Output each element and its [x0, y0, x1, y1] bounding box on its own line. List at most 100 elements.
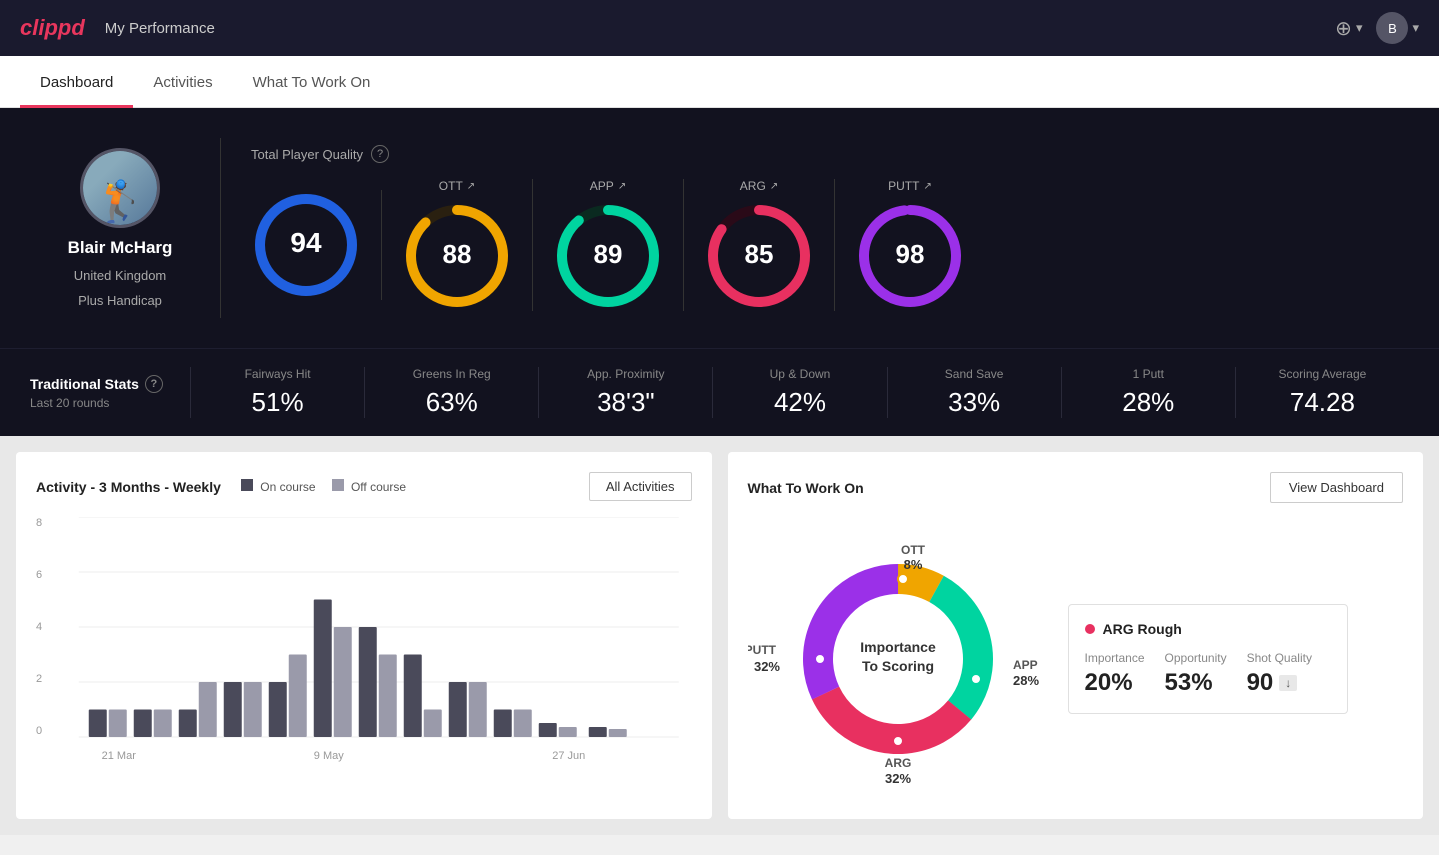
stats-banner: 🏌️ Blair McHarg United Kingdom Plus Hand… [0, 108, 1439, 348]
donut-svg: Importance To Scoring OTT 8% APP 28% ARG… [748, 519, 1048, 799]
card-title-text: ARG Rough [1103, 621, 1182, 637]
quality-help-icon[interactable]: ? [371, 145, 389, 163]
stat-scoring-value: 74.28 [1290, 387, 1355, 418]
wtwo-panel-title: What To Work On [748, 480, 864, 496]
card-metric-importance: Importance 20% [1085, 651, 1145, 697]
stat-sandsave-label: Sand Save [945, 367, 1004, 381]
y-label-6: 6 [36, 569, 42, 581]
card-metric-opportunity: Opportunity 53% [1165, 651, 1227, 697]
user-menu[interactable]: B ▾ [1376, 12, 1419, 44]
wtwo-card: ARG Rough Importance 20% Opportunity 53%… [1068, 604, 1348, 714]
avatar: B [1376, 12, 1408, 44]
svg-text:98: 98 [896, 239, 925, 269]
trad-stats-row: Fairways Hit 51% Greens In Reg 63% App. … [190, 367, 1409, 418]
y-label-8: 8 [36, 517, 42, 529]
shotquality-value: 90 [1247, 669, 1274, 697]
wtwo-content: Importance To Scoring OTT 8% APP 28% ARG… [748, 519, 1404, 799]
header: clippd My Performance ⊕ ▾ B ▾ [0, 0, 1439, 56]
y-label-4: 4 [36, 621, 42, 633]
wtwo-panel: What To Work On View Dashboard [728, 452, 1424, 819]
tab-activities[interactable]: Activities [133, 56, 232, 108]
legend-oncourse-dot [241, 479, 253, 491]
card-metrics: Importance 20% Opportunity 53% Shot Qual… [1085, 651, 1331, 697]
stat-updown-label: Up & Down [770, 367, 831, 381]
svg-text:32%: 32% [753, 659, 779, 674]
view-dashboard-button[interactable]: View Dashboard [1270, 472, 1403, 503]
trad-help-icon[interactable]: ? [145, 375, 163, 393]
svg-text:28%: 28% [1013, 673, 1039, 688]
svg-text:APP: APP [1013, 658, 1038, 672]
importance-value: 20% [1085, 669, 1133, 697]
legend-oncourse-label: On course [260, 480, 315, 494]
svg-text:94: 94 [290, 227, 322, 258]
divider [220, 138, 221, 318]
activity-chart-title: Activity - 3 Months - Weekly [36, 479, 221, 495]
legend-offcourse-dot [332, 479, 344, 491]
stat-proximity: App. Proximity 38'3" [538, 367, 712, 418]
app-gauge-svg: 89 [553, 201, 663, 311]
svg-text:21 Mar: 21 Mar [102, 750, 137, 762]
opportunity-label: Opportunity [1165, 651, 1227, 665]
svg-text:88: 88 [443, 239, 472, 269]
player-country: United Kingdom [74, 268, 167, 283]
tab-what-to-work-on[interactable]: What To Work On [233, 56, 391, 108]
add-icon[interactable]: ⊕ ▾ [1335, 16, 1362, 41]
player-name: Blair McHarg [68, 238, 173, 258]
stat-proximity-value: 38'3" [597, 387, 655, 418]
trad-sub: Last 20 rounds [30, 396, 190, 410]
svg-text:PUTT: PUTT [748, 643, 777, 657]
stat-greens-label: Greens In Reg [413, 367, 491, 381]
ott-gauge-svg: 88 [402, 201, 512, 311]
svg-text:OTT: OTT [901, 543, 926, 557]
chart-legend: On course Off course [241, 479, 406, 494]
legend-offcourse-label: Off course [351, 480, 406, 494]
svg-text:Importance: Importance [860, 639, 936, 655]
stat-sandsave-value: 33% [948, 387, 1000, 418]
tab-dashboard[interactable]: Dashboard [20, 56, 133, 108]
svg-text:8%: 8% [903, 557, 922, 572]
gauges-row: 94 OTT ↗ 88 APP ↗ [251, 179, 1389, 311]
shotquality-label: Shot Quality [1247, 651, 1312, 665]
stat-fairways-value: 51% [252, 387, 304, 418]
stat-greens: Greens In Reg 63% [364, 367, 538, 418]
main-gauge-svg: 94 [251, 190, 361, 300]
wtwo-panel-header: What To Work On View Dashboard [748, 472, 1404, 503]
player-handicap: Plus Handicap [78, 293, 162, 308]
player-info: 🏌️ Blair McHarg United Kingdom Plus Hand… [30, 148, 210, 308]
gauge-arg: ARG ↗ 85 [684, 179, 835, 311]
gauge-ott: OTT ↗ 88 [382, 179, 533, 311]
card-metric-shotquality: Shot Quality 90 ↓ [1247, 651, 1312, 697]
logo-text: clippd [20, 15, 85, 41]
chart-container: 8 6 4 2 0 [36, 517, 692, 772]
bottom-panels: Activity - 3 Months - Weekly On course O… [0, 436, 1439, 835]
svg-text:85: 85 [745, 239, 774, 269]
gauge-main: 94 [251, 190, 382, 300]
importance-label: Importance [1085, 651, 1145, 665]
svg-text:9 May: 9 May [314, 750, 344, 762]
donut-container: Importance To Scoring OTT 8% APP 28% ARG… [748, 519, 1048, 799]
stat-updown: Up & Down 42% [712, 367, 886, 418]
gauge-arg-label: ARG ↗ [740, 179, 778, 193]
stat-proximity-label: App. Proximity [587, 367, 664, 381]
gauge-app: APP ↗ 89 [533, 179, 684, 311]
trad-label-block: Traditional Stats ? Last 20 rounds [30, 375, 190, 410]
stat-1putt: 1 Putt 28% [1061, 367, 1235, 418]
shotquality-badge: ↓ [1279, 675, 1297, 691]
activity-panel: Activity - 3 Months - Weekly On course O… [16, 452, 712, 819]
svg-text:ARG: ARG [884, 756, 911, 770]
gauge-putt-label: PUTT ↗ [888, 179, 932, 193]
stat-greens-value: 63% [426, 387, 478, 418]
opportunity-value: 53% [1165, 669, 1213, 697]
stat-1putt-label: 1 Putt [1133, 367, 1164, 381]
quality-section: Total Player Quality ? 94 OTT ↗ [231, 145, 1409, 311]
trad-label: Traditional Stats ? [30, 375, 190, 393]
logo[interactable]: clippd [20, 15, 85, 41]
svg-text:89: 89 [594, 239, 623, 269]
arg-gauge-svg: 85 [704, 201, 814, 311]
quality-header: Total Player Quality ? [251, 145, 1389, 163]
all-activities-button[interactable]: All Activities [589, 472, 692, 501]
stat-sandsave: Sand Save 33% [887, 367, 1061, 418]
player-avatar: 🏌️ [80, 148, 160, 228]
svg-text:32%: 32% [884, 771, 910, 786]
card-title: ARG Rough [1085, 621, 1331, 637]
